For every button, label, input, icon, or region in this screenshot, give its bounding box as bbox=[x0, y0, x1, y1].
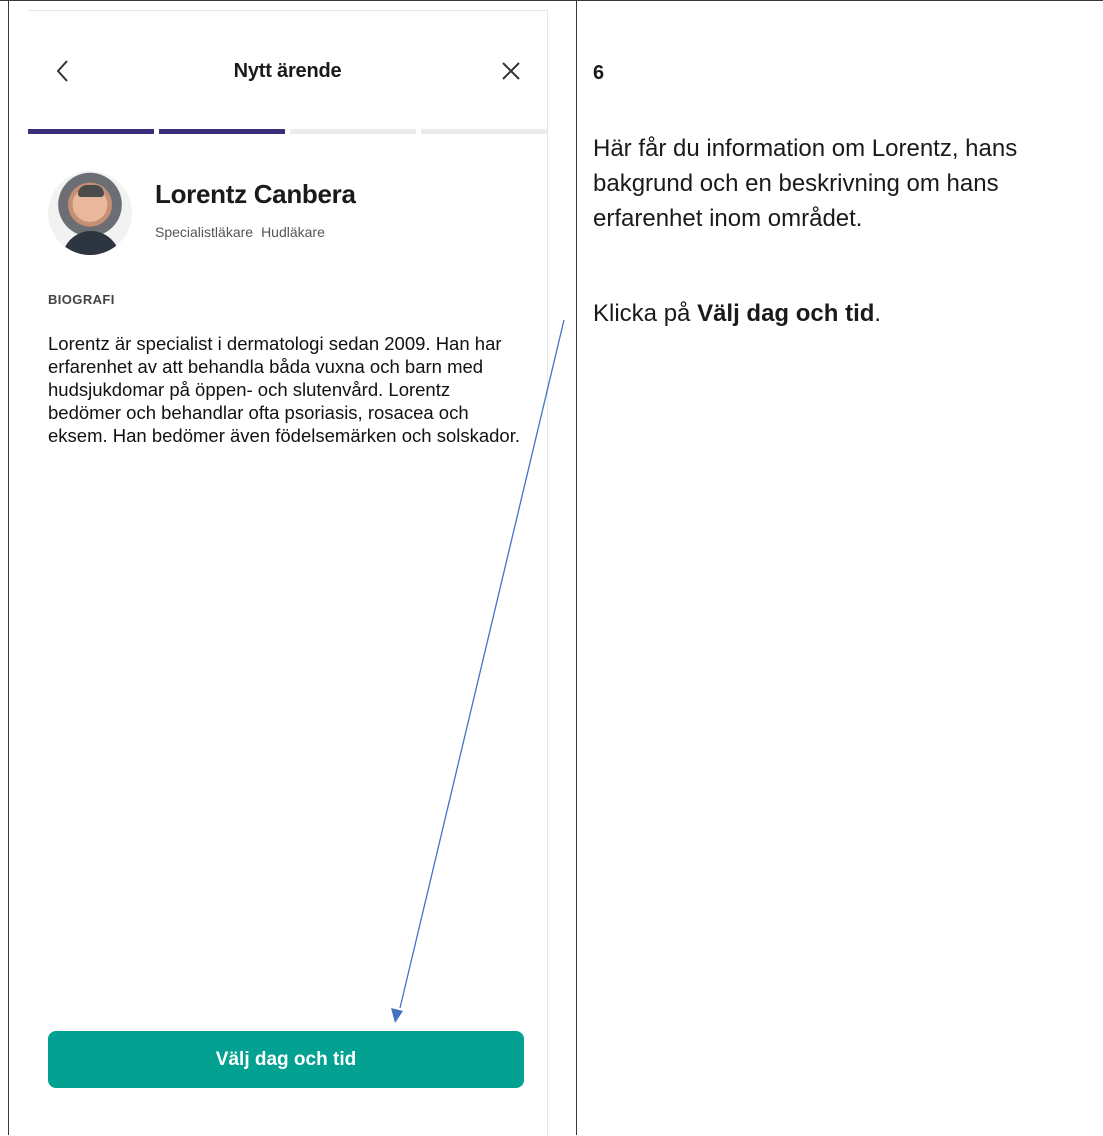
choose-date-time-button[interactable]: Välj dag och tid bbox=[48, 1031, 524, 1088]
instruction-action: Välj dag och tid bbox=[697, 300, 875, 327]
biography-heading: BIOGRAFI bbox=[48, 292, 115, 307]
biography-text: Lorentz är specialist i dermatologi seda… bbox=[48, 333, 521, 446]
progress-step bbox=[159, 129, 285, 134]
doctor-tag: Hudläkare bbox=[261, 224, 325, 240]
step-instruction: Klicka på Välj dag och tid. bbox=[593, 296, 881, 331]
doctor-tag: Specialistläkare bbox=[155, 224, 254, 240]
instruction-prefix: Klicka på bbox=[593, 300, 698, 327]
close-icon bbox=[502, 62, 520, 80]
instruction-suffix: . bbox=[874, 300, 882, 327]
table-column-divider bbox=[576, 0, 577, 1135]
step-number: 6 bbox=[593, 62, 605, 84]
doctor-tags: Specialistläkare Hudläkare bbox=[155, 224, 333, 240]
progress-step bbox=[421, 129, 547, 134]
progress-indicator bbox=[28, 129, 547, 135]
page-title: Nytt ärende bbox=[233, 60, 342, 82]
close-button[interactable] bbox=[498, 58, 524, 84]
table-top-border bbox=[0, 0, 1103, 1]
doctor-name: Lorentz Canbera bbox=[155, 179, 356, 209]
nav-header: Nytt ärende bbox=[28, 11, 547, 121]
step-description: Här får du information om Lorentz, hans … bbox=[593, 135, 1018, 232]
doctor-avatar bbox=[48, 171, 132, 255]
progress-step bbox=[28, 129, 154, 134]
table-left-border bbox=[8, 0, 9, 1135]
phone-screen: Nytt ärende Lorentz Canbera Specialistlä… bbox=[28, 10, 548, 1136]
progress-step bbox=[290, 129, 416, 134]
